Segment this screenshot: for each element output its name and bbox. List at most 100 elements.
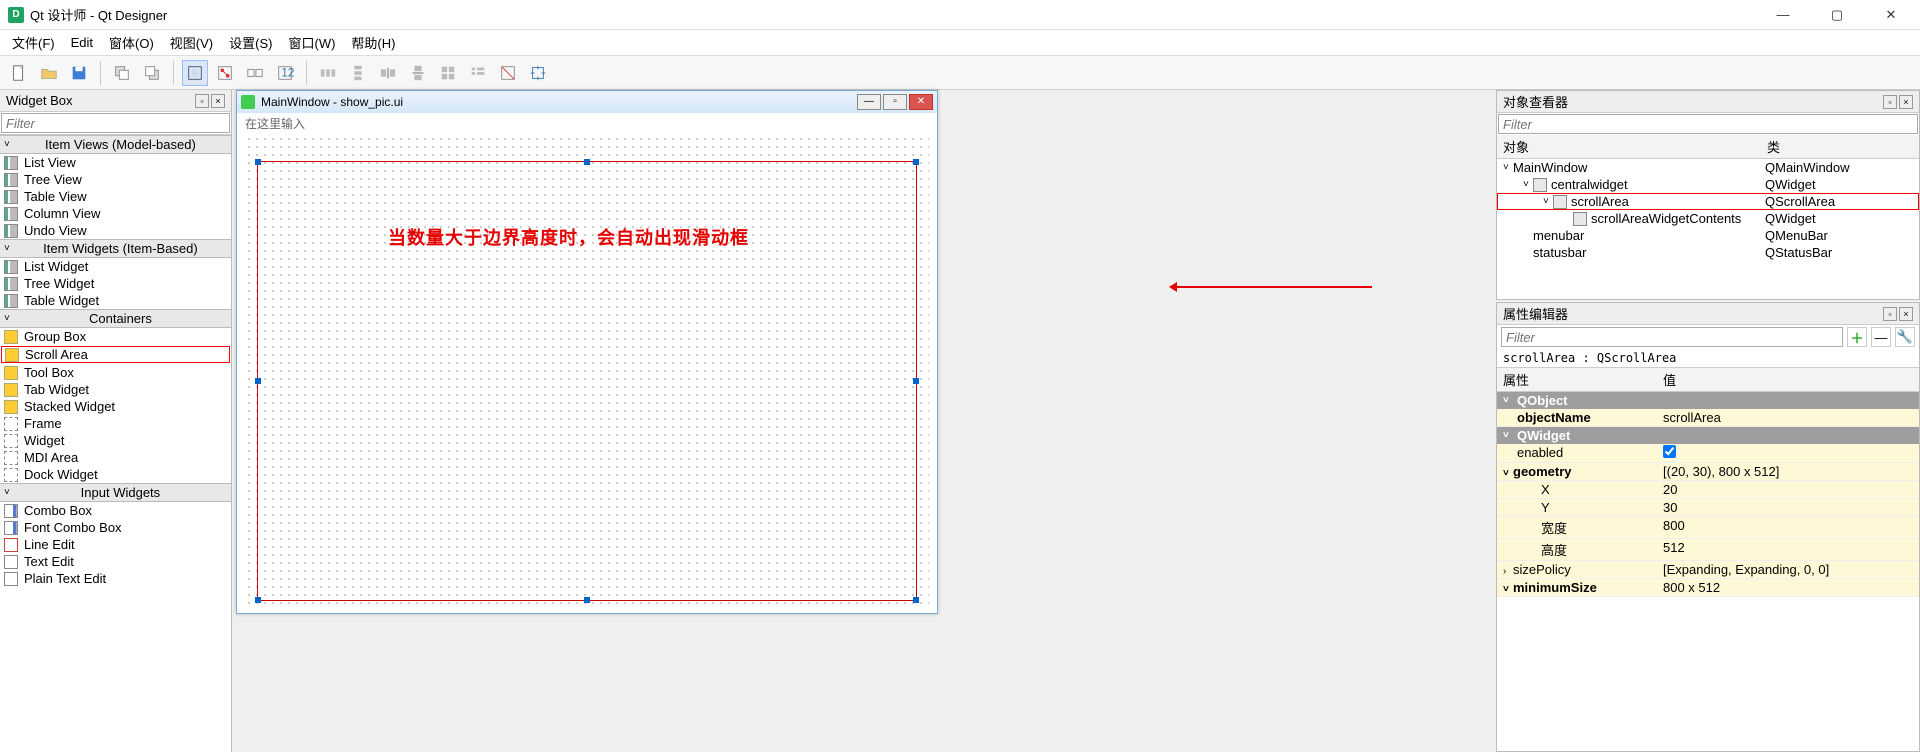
layout-vert-splitter-icon[interactable] <box>405 60 431 86</box>
property-filter[interactable] <box>1501 327 1843 347</box>
widget-item[interactable]: Undo View <box>0 222 231 239</box>
widget-category[interactable]: ˅Input Widgets <box>0 483 231 502</box>
widget-item[interactable]: Group Box <box>0 328 231 345</box>
edit-signals-icon[interactable] <box>212 60 238 86</box>
remove-dynamic-prop-icon[interactable]: — <box>1871 327 1891 347</box>
layout-horiz-splitter-icon[interactable] <box>375 60 401 86</box>
dock-close-icon[interactable]: × <box>1899 95 1913 109</box>
close-button[interactable]: ✕ <box>1876 7 1906 23</box>
send-back-icon[interactable] <box>109 60 135 86</box>
dock-float-icon[interactable]: ▫ <box>1883 307 1897 321</box>
col-property[interactable]: 属性 <box>1503 370 1663 389</box>
layout-form-icon[interactable] <box>465 60 491 86</box>
widget-item[interactable]: Font Combo Box <box>0 519 231 536</box>
minimize-button[interactable]: — <box>1768 7 1798 23</box>
property-checkbox[interactable] <box>1663 445 1676 458</box>
property-row[interactable]: ›sizePolicy[Expanding, Expanding, 0, 0] <box>1497 561 1919 579</box>
widget-item[interactable]: Widget <box>0 432 231 449</box>
menu-item[interactable]: 文件(F) <box>6 33 61 52</box>
menu-item[interactable]: 窗体(O) <box>103 33 160 52</box>
widget-item[interactable]: Plain Text Edit <box>0 570 231 587</box>
widget-item[interactable]: Tree Widget <box>0 275 231 292</box>
menu-item[interactable]: 帮助(H) <box>345 33 401 52</box>
dock-float-icon[interactable]: ▫ <box>1883 95 1897 109</box>
widget-item[interactable]: Stacked Widget <box>0 398 231 415</box>
widget-item[interactable]: Combo Box <box>0 502 231 519</box>
dock-close-icon[interactable]: × <box>211 94 225 108</box>
resize-handle[interactable] <box>255 378 261 384</box>
add-dynamic-prop-icon[interactable]: ＋ <box>1847 327 1867 347</box>
widget-item[interactable]: Line Edit <box>0 536 231 553</box>
resize-handle[interactable] <box>913 159 919 165</box>
object-tree[interactable]: ˅MainWindowQMainWindow˅centralwidgetQWid… <box>1497 159 1919 299</box>
resize-handle[interactable] <box>255 597 261 603</box>
layout-grid-icon[interactable] <box>435 60 461 86</box>
form-minimize-icon[interactable]: — <box>857 94 881 110</box>
widget-item[interactable]: List Widget <box>0 258 231 275</box>
layout-vert-icon[interactable] <box>345 60 371 86</box>
resize-handle[interactable] <box>584 597 590 603</box>
dock-close-icon[interactable]: × <box>1899 307 1913 321</box>
menu-item[interactable]: Edit <box>65 35 99 50</box>
save-icon[interactable] <box>66 60 92 86</box>
open-icon[interactable] <box>36 60 62 86</box>
resize-handle[interactable] <box>913 597 919 603</box>
form-close-icon[interactable]: ✕ <box>909 94 933 110</box>
property-row[interactable]: 宽度800 <box>1497 517 1919 539</box>
resize-handle[interactable] <box>255 159 261 165</box>
property-row[interactable]: Y30 <box>1497 499 1919 517</box>
property-row[interactable]: ˅geometry[(20, 30), 800 x 512] <box>1497 463 1919 481</box>
object-tree-row[interactable]: scrollAreaWidgetContentsQWidget <box>1497 210 1919 227</box>
widget-item[interactable]: Table Widget <box>0 292 231 309</box>
property-list[interactable]: ˅QObjectobjectNamescrollArea˅QWidgetenab… <box>1497 392 1919 751</box>
widget-item[interactable]: Tree View <box>0 171 231 188</box>
widget-item[interactable]: Column View <box>0 205 231 222</box>
widget-box-filter[interactable] <box>1 113 230 133</box>
object-tree-row[interactable]: menubarQMenuBar <box>1497 227 1919 244</box>
property-row[interactable]: X20 <box>1497 481 1919 499</box>
dock-float-icon[interactable]: ▫ <box>195 94 209 108</box>
widget-category[interactable]: ˅Containers <box>0 309 231 328</box>
property-row[interactable]: objectNamescrollArea <box>1497 409 1919 427</box>
widget-item[interactable]: Dock Widget <box>0 466 231 483</box>
edit-buddies-icon[interactable] <box>242 60 268 86</box>
widget-item[interactable]: Table View <box>0 188 231 205</box>
col-value[interactable]: 值 <box>1663 370 1913 389</box>
object-tree-row[interactable]: ˅centralwidgetQWidget <box>1497 176 1919 193</box>
bring-front-icon[interactable] <box>139 60 165 86</box>
menu-item[interactable]: 窗口(W) <box>282 33 341 52</box>
col-object[interactable]: 对象 <box>1503 137 1767 156</box>
menu-item[interactable]: 设置(S) <box>223 33 278 52</box>
object-tree-row[interactable]: statusbarQStatusBar <box>1497 244 1919 261</box>
menu-placeholder[interactable]: 在这里输入 <box>245 115 305 132</box>
widget-box-list[interactable]: ˅Item Views (Model-based)List ViewTree V… <box>0 134 231 752</box>
object-inspector-filter[interactable] <box>1498 114 1918 134</box>
config-icon[interactable]: 🔧 <box>1895 327 1915 347</box>
widget-category[interactable]: ˅Item Views (Model-based) <box>0 135 231 154</box>
widget-item[interactable]: Scroll Area <box>1 346 230 363</box>
scroll-area-widget[interactable]: 当数量大于边界高度时，会自动出现滑动框 <box>257 161 917 601</box>
property-row[interactable]: 高度512 <box>1497 539 1919 561</box>
property-row[interactable]: ˅minimumSize800 x 512 <box>1497 579 1919 597</box>
widget-item[interactable]: Tool Box <box>0 364 231 381</box>
widget-item[interactable]: Tab Widget <box>0 381 231 398</box>
resize-handle[interactable] <box>584 159 590 165</box>
break-layout-icon[interactable] <box>495 60 521 86</box>
layout-horiz-icon[interactable] <box>315 60 341 86</box>
widget-item[interactable]: Frame <box>0 415 231 432</box>
object-tree-row[interactable]: ˅MainWindowQMainWindow <box>1497 159 1919 176</box>
property-section[interactable]: ˅QWidget <box>1497 427 1919 444</box>
form-window[interactable]: MainWindow - show_pic.ui — ▫ ✕ 在这里输入 当数量… <box>236 90 938 614</box>
widget-category[interactable]: ˅Item Widgets (Item-Based) <box>0 239 231 258</box>
edit-tab-order-icon[interactable]: 12 <box>272 60 298 86</box>
property-row[interactable]: enabled <box>1497 444 1919 463</box>
object-tree-row[interactable]: ˅scrollAreaQScrollArea <box>1497 193 1919 210</box>
form-maximize-icon[interactable]: ▫ <box>883 94 907 110</box>
widget-item[interactable]: List View <box>0 154 231 171</box>
adjust-size-icon[interactable] <box>525 60 551 86</box>
new-icon[interactable] <box>6 60 32 86</box>
widget-item[interactable]: Text Edit <box>0 553 231 570</box>
resize-handle[interactable] <box>913 378 919 384</box>
menu-item[interactable]: 视图(V) <box>164 33 219 52</box>
edit-widgets-icon[interactable] <box>182 60 208 86</box>
